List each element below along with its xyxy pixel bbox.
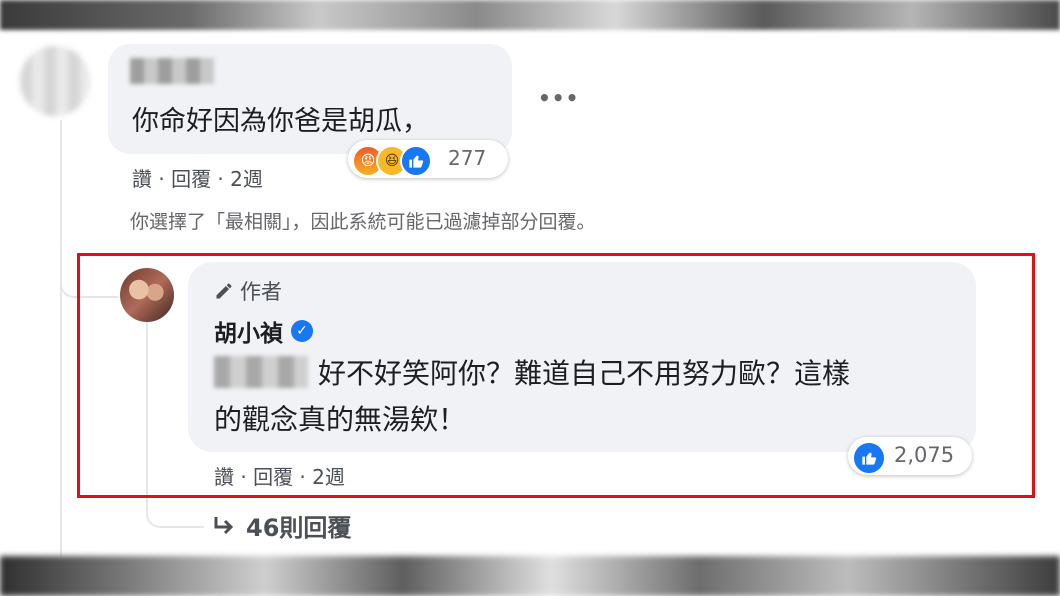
more-options-button[interactable]: ••• [538,86,579,110]
reaction-summary[interactable]: 😡 😆 277 [348,140,508,178]
comment-actions[interactable]: 讚 · 回覆 · 2週 [132,163,263,192]
commenter-name-blurred[interactable] [130,58,214,84]
commenter-avatar-blurred[interactable] [20,46,90,116]
view-replies-label: 46則回覆 [246,514,352,542]
filter-note: 你選擇了「最相關」，因此系統可能已過濾掉部分回覆。 [130,211,596,233]
reply-thread-connector [146,500,204,528]
reply-arrow-icon [214,516,234,534]
blurred-top-band [0,0,1060,30]
view-replies-link[interactable]: 46則回覆 [212,508,351,543]
red-highlight-box [77,253,1035,498]
reaction-count: 277 [448,146,487,170]
comment-text: 你命好因為你爸是胡瓜， [132,106,429,137]
blurred-bottom-band [0,556,1060,596]
thread-line [60,120,62,556]
like-icon [400,145,432,177]
